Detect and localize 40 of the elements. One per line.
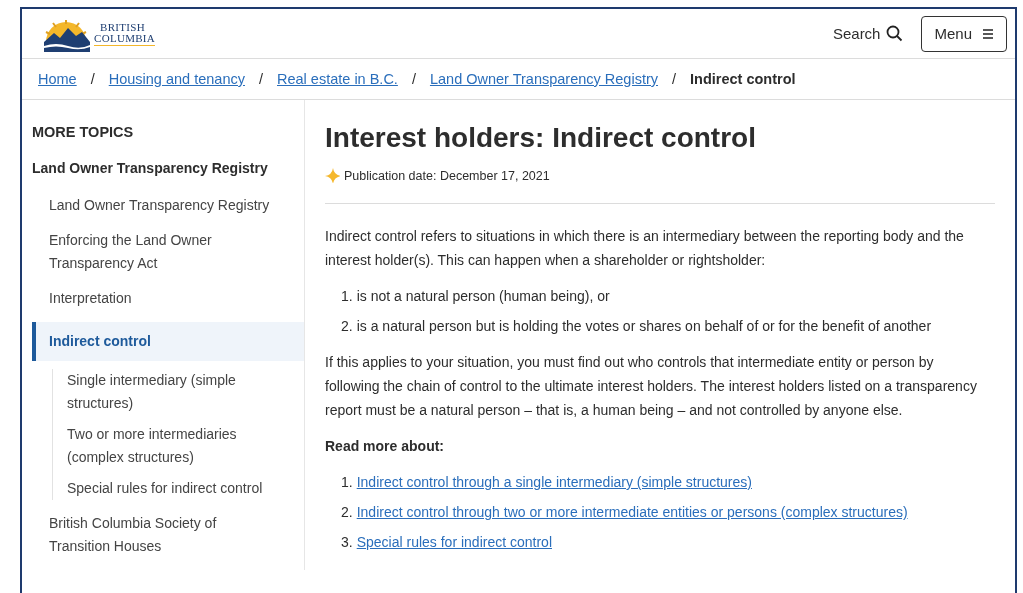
publication-date: Publication date: December 17, 2021 (344, 168, 550, 183)
breadcrumb-link[interactable]: Land Owner Transparency Registry (429, 71, 658, 87)
list-item-text: is a natural person but is holding the votes or shares on behalf of or for the benefit of another (356, 317, 932, 336)
section-heading: Read more about: (325, 437, 445, 456)
list-number: 1. (341, 473, 353, 492)
sidebar-section-link[interactable]: Land Owner Transparency Registry (32, 160, 304, 176)
breadcrumb-separator: / (672, 71, 677, 87)
article-link[interactable]: Special rules for indirect control (356, 530, 552, 554)
body-paragraph: If this applies to your situation, you must find out who controls that intermediate entity or person by following the chain of control to the ultimate interest holders. The interest holders listed on a transparency report must be a natural person – that is, a human being – and not controlled by anyone else. (325, 353, 978, 420)
list-number: 3. (341, 533, 353, 552)
list-number: 2. (341, 503, 353, 522)
sidebar-item[interactable]: Two or more intermediaries (complex structures) (67, 423, 304, 469)
sidebar-item[interactable]: Indirect control (32, 322, 304, 361)
menu-icon (982, 27, 994, 40)
list-number: 1. (341, 287, 353, 306)
body-paragraph: Indirect control refers to situations in which there is an intermediary between the reporting body and the interest holder(s). This can happen when a shareholder or rightsholder: (325, 227, 965, 270)
breadcrumb-separator: / (258, 71, 263, 87)
sidebar-item[interactable]: Special rules for indirect control (67, 477, 304, 500)
article-link[interactable]: Indirect control through a single intermediary (simple structures) (356, 470, 752, 494)
search-button[interactable]: Search (828, 21, 908, 46)
sidebar-item[interactable]: Interpretation (32, 287, 304, 310)
sidebar-item[interactable]: Enforcing the Land Owner Transparency Act (32, 229, 304, 275)
menu-button[interactable]: Menu (921, 15, 1007, 52)
breadcrumb-link[interactable]: Real estate in B.C. (277, 71, 398, 87)
breadcrumb-link[interactable]: Home (38, 71, 77, 87)
list-item-text: is not a natural person (human being), or (356, 287, 610, 306)
sidebar-heading: MORE TOPICS (32, 124, 135, 140)
breadcrumb-link[interactable]: Housing and tenancy (108, 71, 245, 87)
sparkle-icon (325, 168, 340, 183)
breadcrumb-current: Indirect control (690, 71, 796, 87)
sidebar-item[interactable]: Single intermediary (simple structures) (67, 369, 304, 415)
article-link[interactable]: Indirect control through two or more intermediate entities or persons (complex structures) (356, 500, 908, 524)
sidebar-item[interactable]: British Columbia Society of Transition Houses (32, 512, 304, 558)
list-number: 2. (341, 317, 353, 336)
breadcrumb-separator: / (411, 71, 416, 87)
breadcrumb-separator: / (90, 71, 95, 87)
page-title: Interest holders: Indirect control (325, 122, 757, 154)
sidebar-item[interactable]: Land Owner Transparency Registry (32, 194, 304, 217)
search-icon (886, 25, 904, 42)
logo-text[interactable]: BRITISH COLUMBIA (94, 21, 156, 46)
